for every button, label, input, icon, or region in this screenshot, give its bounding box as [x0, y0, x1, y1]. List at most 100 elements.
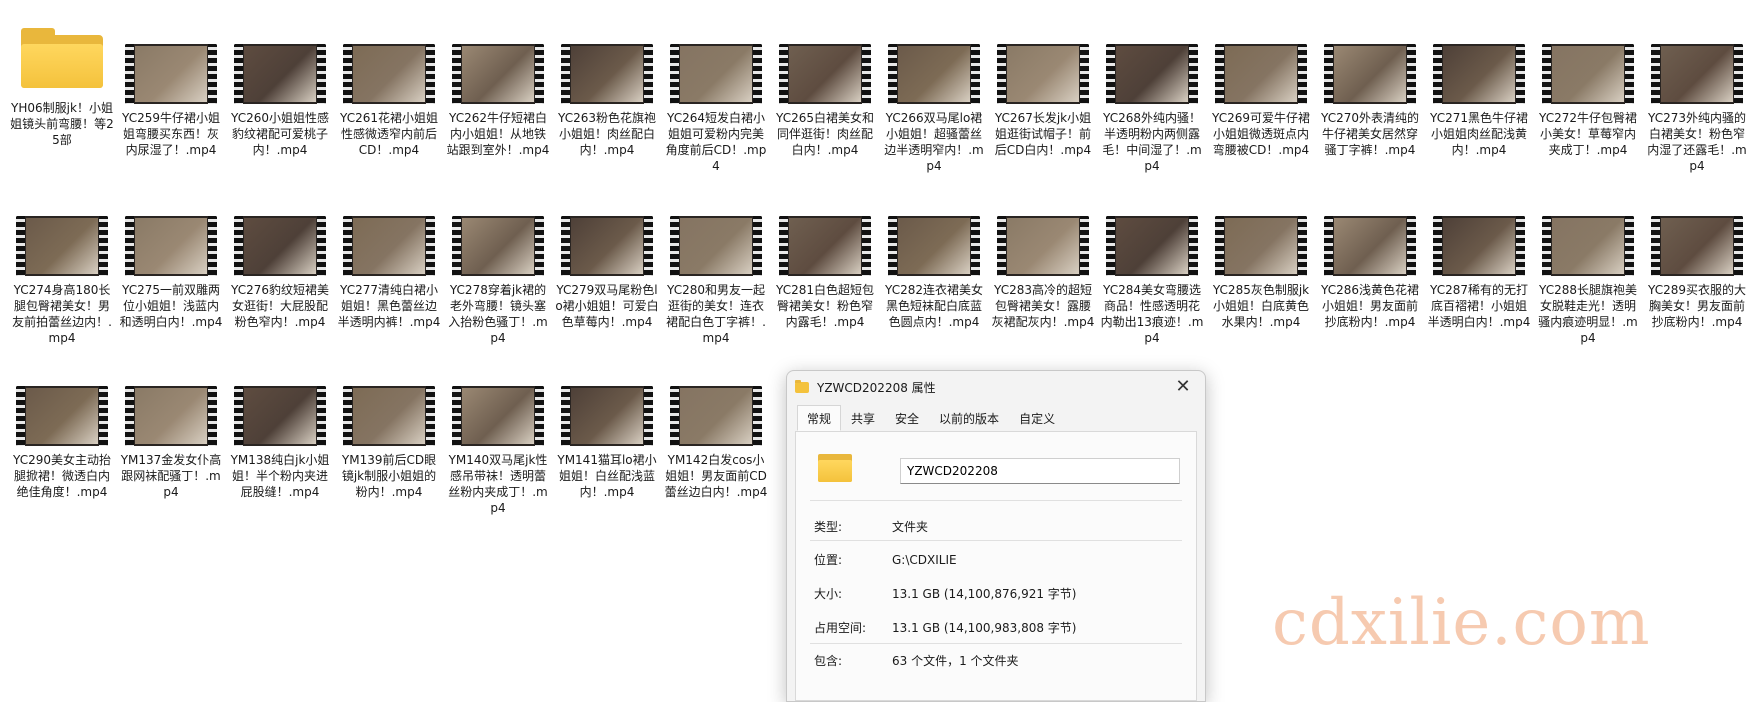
video-file-item[interactable]: YC281白色超短包臀裙美女！粉色窄内露毛！.mp4 [773, 216, 877, 330]
contains-row: 包含: 63 个文件，1 个文件夹 [814, 652, 1019, 669]
video-file-item[interactable]: YC269可爱牛仔裙小姐姐微透斑点内弯腰被CD！.mp4 [1209, 44, 1313, 158]
video-file-item[interactable]: YC264短发白裙小姐姐可爱粉内完美角度前后CD！.mp4 [664, 44, 768, 174]
folder-icon [818, 452, 852, 482]
video-thumbnail-icon [125, 44, 217, 104]
video-file-item[interactable]: YC260小姐姐性感豹纹裙配可爱桃子内！.mp4 [228, 44, 332, 158]
video-file-item[interactable]: YC259牛仔裙小姐姐弯腰买东西！灰内尿湿了！.mp4 [119, 44, 223, 158]
type-row: 类型: 文件夹 [814, 518, 928, 535]
video-thumbnail-icon [997, 216, 1089, 276]
video-file-item[interactable]: YC280和男友一起逛街的美女！连衣裙配白色丁字裤！.mp4 [664, 216, 768, 346]
file-name-label: YC277清纯白裙小姐姐！黑色蕾丝边半透明内裤！.mp4 [337, 283, 441, 329]
video-file-item[interactable]: YC263粉色花旗袍小姐姐！肉丝配白内！.mp4 [555, 44, 659, 158]
file-name-label: YC271黑色牛仔裙小姐姐肉丝配浅黄内！.mp4 [1430, 111, 1528, 157]
video-file-item[interactable]: YC279双马尾粉色lo裙小姐姐！可爱白色草莓内！.mp4 [555, 216, 659, 330]
video-file-item[interactable]: YM141猫耳lo裙小姐姐！白丝配浅蓝内！.mp4 [555, 386, 659, 500]
dialog-title-bar[interactable]: YZWCD202208 属性 [787, 371, 1205, 403]
video-file-item[interactable]: YC261花裙小姐姐性感微透窄内前后CD！.mp4 [337, 44, 441, 158]
file-name-label: YC274身高180长腿包臀裙美女！男友前拍蕾丝边内！.mp4 [12, 283, 112, 345]
file-name-label: YC286浅黄色花裙小姐姐！男友面前抄底粉内！.mp4 [1321, 283, 1419, 329]
video-thumbnail-icon [670, 44, 762, 104]
video-file-item[interactable]: YC289买衣服的大胸美女！男友面前抄底粉内！.mp4 [1645, 216, 1749, 330]
folder-name-input[interactable] [900, 458, 1180, 484]
file-name-label: YC285灰色制服jk小姐姐！白底黄色水果内！.mp4 [1212, 283, 1310, 329]
video-thumbnail-icon [1651, 44, 1743, 104]
video-thumbnail-icon [779, 44, 871, 104]
video-file-item[interactable]: YM139前后CD眼镜jk制服小姐姐的粉内！.mp4 [337, 386, 441, 500]
video-thumbnail-icon [888, 44, 980, 104]
video-file-item[interactable]: YC266双马尾lo裙小姐姐！超骚蕾丝边半透明窄内！.mp4 [882, 44, 986, 174]
video-file-item[interactable]: YC285灰色制服jk小姐姐！白底黄色水果内！.mp4 [1209, 216, 1313, 330]
file-name-label: YC290美女主动抬腿掀裙！微透白内绝佳角度！.mp4 [13, 453, 111, 499]
tab-customize[interactable]: 自定义 [1009, 405, 1065, 431]
file-name-label: YC288长腿旗袍美女脱鞋走光！透明骚内痕迹明显！.mp4 [1538, 283, 1638, 345]
video-file-item[interactable]: YC270外表清纯的牛仔裙美女居然穿骚丁字裤！.mp4 [1318, 44, 1422, 158]
video-thumbnail-icon [343, 44, 435, 104]
properties-dialog: YZWCD202208 属性 ✕ 常规 共享 安全 以前的版本 自定义 类型: 文… [786, 370, 1206, 702]
video-file-item[interactable]: YC265白裙美女和同伴逛街！肉丝配白内！.mp4 [773, 44, 877, 158]
video-thumbnail-icon [1433, 216, 1525, 276]
file-name-label: YC283高冷的超短包臀裙美女！露腰灰裙配灰内！.mp4 [991, 283, 1095, 329]
video-file-item[interactable]: YC276豹纹短裙美女逛街！大屁股配粉色窄内！.mp4 [228, 216, 332, 330]
file-name-label: YC280和男友一起逛街的美女！连衣裙配白色丁字裤！.mp4 [666, 283, 766, 345]
location-label: 位置: [814, 553, 843, 567]
file-name-label: YM139前后CD眼镜jk制服小姐姐的粉内！.mp4 [341, 453, 437, 499]
tab-sharing[interactable]: 共享 [841, 405, 885, 431]
general-panel: 类型: 文件夹 位置: G:\CDXILIE 大小: 13.1 GB (14,100,… [795, 431, 1197, 701]
video-file-item[interactable]: YC268外纯内骚！半透明粉内两侧露毛！中间湿了！.mp4 [1100, 44, 1204, 174]
video-file-item[interactable]: YC286浅黄色花裙小姐姐！男友面前抄底粉内！.mp4 [1318, 216, 1422, 330]
video-file-item[interactable]: YC287稀有的无打底百褶裙！小姐姐半透明白内！.mp4 [1427, 216, 1531, 330]
file-name-label: YC260小姐姐性感豹纹裙配可爱桃子内！.mp4 [231, 111, 329, 157]
video-file-item[interactable]: YC274身高180长腿包臀裙美女！男友前拍蕾丝边内！.mp4 [10, 216, 114, 346]
video-file-item[interactable]: YC273外纯内骚的白裙美女！粉色窄内湿了还露毛！.mp4 [1645, 44, 1749, 174]
contains-value: 63 个文件，1 个文件夹 [892, 654, 1019, 668]
file-name-label: YH06制服jk！小姐姐镜头前弯腰！等25部 [10, 101, 114, 147]
folder-item[interactable]: YH06制服jk！小姐姐镜头前弯腰！等25部 [10, 24, 114, 148]
video-file-item[interactable]: YC272牛仔包臀裙小美女！草莓窄内夹成丁！.mp4 [1536, 44, 1640, 158]
size-value: 13.1 GB (14,100,876,921 字节) [892, 587, 1077, 601]
size-label: 大小: [814, 587, 843, 601]
tab-previous-versions[interactable]: 以前的版本 [929, 405, 1009, 431]
video-file-item[interactable]: YC277清纯白裙小姐姐！黑色蕾丝边半透明内裤！.mp4 [337, 216, 441, 330]
video-file-item[interactable]: YC275一前双雕两位小姐姐！浅蓝内和透明白内！.mp4 [119, 216, 223, 330]
file-name-label: YM141猫耳lo裙小姐姐！白丝配浅蓝内！.mp4 [557, 453, 657, 499]
video-file-item[interactable]: YC290美女主动抬腿掀裙！微透白内绝佳角度！.mp4 [10, 386, 114, 500]
video-file-item[interactable]: YC284美女弯腰选商品！性感透明花内勒出13痕迹！.mp4 [1100, 216, 1204, 346]
video-file-item[interactable]: YM138纯白jk小姐姐！半个粉内夹进屁股缝！.mp4 [228, 386, 332, 500]
video-thumbnail-icon [343, 216, 435, 276]
video-file-item[interactable]: YC267长发jk小姐姐逛街试帽子！前后CD白内！.mp4 [991, 44, 1095, 158]
video-file-item[interactable]: YC278穿着jk裙的老外弯腰！镜头塞入抬粉色骚丁！.mp4 [446, 216, 550, 346]
tab-security[interactable]: 安全 [885, 405, 929, 431]
video-file-item[interactable]: YM142白发cos小姐姐！男友面前CD蕾丝边白内！.mp4 [664, 386, 768, 500]
tab-general[interactable]: 常规 [797, 405, 842, 431]
file-name-label: YC264短发白裙小姐姐可爱粉内完美角度前后CD！.mp4 [665, 111, 767, 173]
video-thumbnail-icon [561, 44, 653, 104]
dialog-title: YZWCD202208 属性 [817, 380, 936, 395]
video-file-item[interactable]: YC288长腿旗袍美女脱鞋走光！透明骚内痕迹明显！.mp4 [1536, 216, 1640, 346]
file-name-label: YC272牛仔包臀裙小美女！草莓窄内夹成丁！.mp4 [1539, 111, 1637, 157]
file-name-label: YC259牛仔裙小姐姐弯腰买东西！灰内尿湿了！.mp4 [122, 111, 220, 157]
video-thumbnail-icon [888, 216, 980, 276]
file-name-label: YC270外表清纯的牛仔裙美女居然穿骚丁字裤！.mp4 [1321, 111, 1419, 157]
close-icon[interactable]: ✕ [1171, 375, 1195, 399]
file-name-label: YC282连衣裙美女黑色短袜配白底蓝色圆点内！.mp4 [885, 283, 983, 329]
video-file-item[interactable]: YC283高冷的超短包臀裙美女！露腰灰裙配灰内！.mp4 [991, 216, 1095, 330]
file-name-label: YC289买衣服的大胸美女！男友面前抄底粉内！.mp4 [1648, 283, 1746, 329]
video-thumbnail-icon [1215, 44, 1307, 104]
video-file-item[interactable]: YM137金发女仆高跟网袜配骚丁！.mp4 [119, 386, 223, 500]
watermark: cdxilie.com [1272, 586, 1651, 660]
file-name-label: YC276豹纹短裙美女逛街！大屁股配粉色窄内！.mp4 [231, 283, 329, 329]
size-row: 大小: 13.1 GB (14,100,876,921 字节) [814, 585, 1076, 602]
video-thumbnail-icon [234, 216, 326, 276]
dialog-tabs: 常规 共享 安全 以前的版本 自定义 [787, 405, 1205, 431]
divider [810, 540, 1182, 541]
video-file-item[interactable]: YC282连衣裙美女黑色短袜配白底蓝色圆点内！.mp4 [882, 216, 986, 330]
file-name-label: YM142白发cos小姐姐！男友面前CD蕾丝边白内！.mp4 [664, 453, 768, 499]
video-file-item[interactable]: YM140双马尾jk性感吊带袜！透明蕾丝粉内夹成丁！.mp4 [446, 386, 550, 516]
video-thumbnail-icon [1106, 216, 1198, 276]
video-thumbnail-icon [1542, 44, 1634, 104]
video-thumbnail-icon [1324, 44, 1416, 104]
file-name-label: YC278穿着jk裙的老外弯腰！镜头塞入抬粉色骚丁！.mp4 [448, 283, 548, 345]
video-file-item[interactable]: YC262牛仔短裙白内小姐姐！从地铁站跟到室外！.mp4 [446, 44, 550, 158]
video-file-item[interactable]: YC271黑色牛仔裙小姐姐肉丝配浅黄内！.mp4 [1427, 44, 1531, 158]
file-name-label: YC261花裙小姐姐性感微透窄内前后CD！.mp4 [340, 111, 438, 157]
